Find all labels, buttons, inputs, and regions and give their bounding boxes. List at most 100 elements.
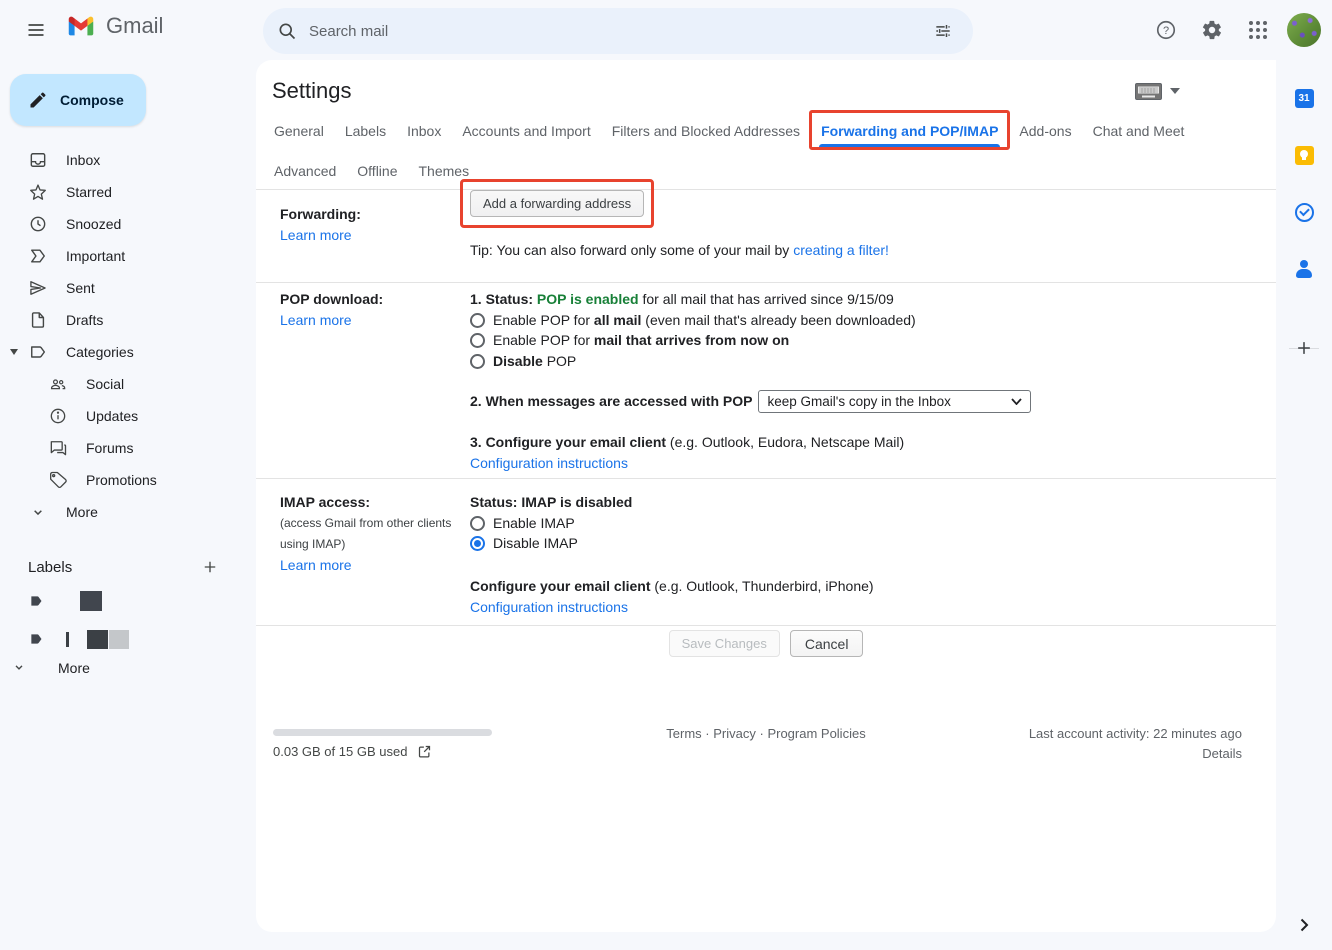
option-text: Enable POP for mail that arrives from no… (493, 330, 789, 351)
page-title: Settings (272, 78, 1135, 104)
add-forwarding-address-button[interactable]: Add a forwarding address (470, 190, 644, 217)
save-changes-button[interactable]: Save Changes (669, 630, 780, 657)
sidebar-item-updates[interactable]: Updates (0, 400, 248, 432)
sidebar-item-more[interactable]: More (0, 496, 248, 528)
sidebar-item-social[interactable]: Social (0, 368, 248, 400)
sidebar-item-label: Drafts (66, 312, 103, 328)
collapse-caret-icon[interactable] (10, 349, 18, 355)
imap-configuration-instructions-link[interactable]: Configuration instructions (470, 597, 628, 618)
search-input[interactable]: Search mail (309, 23, 923, 40)
search-options-icon[interactable] (923, 11, 963, 51)
sidebar-item-label: More (66, 504, 98, 520)
inbox-icon (28, 150, 48, 170)
radio-unchecked-icon[interactable] (470, 313, 485, 328)
labels-more[interactable]: More (0, 652, 248, 684)
terms-link[interactable]: Terms (666, 726, 701, 741)
tab-general[interactable]: General (272, 114, 326, 150)
tasks-icon[interactable] (1284, 192, 1324, 232)
pop-configuration-instructions-link[interactable]: Configuration instructions (470, 453, 628, 474)
radio-unchecked-icon[interactable] (470, 333, 485, 348)
help-icon[interactable]: ? (1146, 10, 1186, 50)
account-avatar[interactable] (1284, 10, 1324, 50)
chevron-down-icon (28, 502, 48, 522)
tab-chat-and-meet[interactable]: Chat and Meet (1091, 114, 1187, 150)
radio-unchecked-icon[interactable] (470, 354, 485, 369)
imap-access-section: IMAP access: (access Gmail from other cl… (280, 492, 1256, 618)
activity-details-link[interactable]: Details (1202, 746, 1242, 761)
calendar-icon[interactable]: 31 (1284, 78, 1324, 118)
tab-filters-and-blocked-addresses[interactable]: Filters and Blocked Addresses (610, 114, 802, 150)
sidebar-item-promotions[interactable]: Promotions (0, 464, 248, 496)
contacts-icon[interactable] (1284, 249, 1324, 289)
sidebar-item-sent[interactable]: Sent (0, 272, 248, 304)
sidebar-item-drafts[interactable]: Drafts (0, 304, 248, 336)
sidebar-item-starred[interactable]: Starred (0, 176, 248, 208)
pop-option-all-mail[interactable]: Enable POP for all mail (even mail that'… (470, 310, 1256, 331)
pop-configure-line: 3. Configure your email client (e.g. Out… (470, 432, 1256, 453)
draft-file-icon (28, 310, 48, 330)
pop-option-from-now-on[interactable]: Enable POP for mail that arrives from no… (470, 331, 1256, 352)
settings-gear-icon[interactable] (1192, 10, 1232, 50)
sidebar-item-inbox[interactable]: Inbox (0, 144, 248, 176)
creating-a-filter-link[interactable]: creating a filter! (793, 240, 889, 261)
search-icon[interactable] (277, 21, 297, 41)
important-marker-icon (28, 246, 48, 266)
label-fill-icon (28, 591, 48, 611)
sidebar-item-label: Forums (86, 440, 133, 456)
sidebar-item-label: Inbox (66, 152, 100, 168)
sidebar-item-forums[interactable]: Forums (0, 432, 248, 464)
gmail-logo[interactable]: Gmail (64, 12, 163, 40)
program-policies-link[interactable]: Program Policies (767, 726, 865, 741)
storage-info: 0.03 GB of 15 GB used (273, 744, 432, 759)
pop-action-select[interactable]: keep Gmail's copy in the Inbox (758, 390, 1031, 413)
select-value: keep Gmail's copy in the Inbox (767, 391, 1011, 412)
tab-add-ons[interactable]: Add-ons (1017, 114, 1073, 150)
separator: · (756, 726, 768, 741)
tab-labels[interactable]: Labels (343, 114, 388, 150)
radio-checked-icon[interactable] (470, 536, 485, 551)
forwarding-tip: Tip: You can also forward only some of y… (470, 240, 1256, 261)
sidebar-item-important[interactable]: Important (0, 240, 248, 272)
radio-unchecked-icon[interactable] (470, 516, 485, 531)
cancel-button[interactable]: Cancel (790, 630, 864, 657)
left-sidebar: Compose Inbox Starred Snoozed Important … (0, 60, 256, 950)
google-apps-icon[interactable] (1238, 10, 1278, 50)
create-label-icon[interactable] (194, 551, 226, 583)
forum-icon (48, 438, 68, 458)
sidebar-item-label: Sent (66, 280, 95, 296)
topbar-actions: ? (1146, 10, 1324, 50)
tab-inbox[interactable]: Inbox (405, 114, 443, 150)
status-suffix: for all mail that has arrived since 9/15… (639, 291, 894, 307)
side-panel: 31 (1276, 60, 1332, 950)
configure-label: 3. Configure your email client (470, 434, 666, 450)
get-add-ons-icon[interactable] (1284, 328, 1324, 368)
hide-side-panel-icon[interactable] (1284, 905, 1324, 945)
user-label-row-2[interactable] (0, 623, 248, 655)
pop-learn-more-link[interactable]: Learn more (280, 310, 352, 331)
tab-offline[interactable]: Offline (355, 154, 399, 190)
input-tools-toggle[interactable] (1135, 83, 1180, 100)
sidebar-item-label: Social (86, 376, 124, 392)
search-bar[interactable]: Search mail (263, 8, 973, 54)
configure-examples: (e.g. Outlook, Eudora, Netscape Mail) (666, 434, 904, 450)
imap-option-enable[interactable]: Enable IMAP (470, 513, 1256, 534)
tab-accounts-and-import[interactable]: Accounts and Import (460, 114, 592, 150)
privacy-link[interactable]: Privacy (713, 726, 756, 741)
sidebar-item-categories[interactable]: Categories (0, 336, 248, 368)
pop-when-accessed-row: 2. When messages are accessed with POP k… (470, 390, 1256, 413)
user-label-row-1[interactable] (0, 585, 248, 617)
keep-icon[interactable] (1284, 135, 1324, 175)
open-in-new-icon[interactable] (417, 744, 432, 759)
main-menu-icon[interactable] (14, 8, 58, 52)
forwarding-learn-more-link[interactable]: Learn more (280, 225, 352, 246)
imap-status-line: Status: IMAP is disabled (470, 492, 1256, 513)
imap-learn-more-link[interactable]: Learn more (280, 555, 352, 576)
imap-option-disable[interactable]: Disable IMAP (470, 534, 1256, 555)
sidebar-item-label: Snoozed (66, 216, 121, 232)
sidebar-item-snoozed[interactable]: Snoozed (0, 208, 248, 240)
tab-forwarding-and-pop-imap[interactable]: Forwarding and POP/IMAP (819, 114, 1000, 150)
pop-option-disable[interactable]: Disable POP (470, 351, 1256, 372)
status-prefix: 1. Status: (470, 291, 537, 307)
compose-button[interactable]: Compose (10, 74, 146, 126)
tab-advanced[interactable]: Advanced (272, 154, 338, 190)
